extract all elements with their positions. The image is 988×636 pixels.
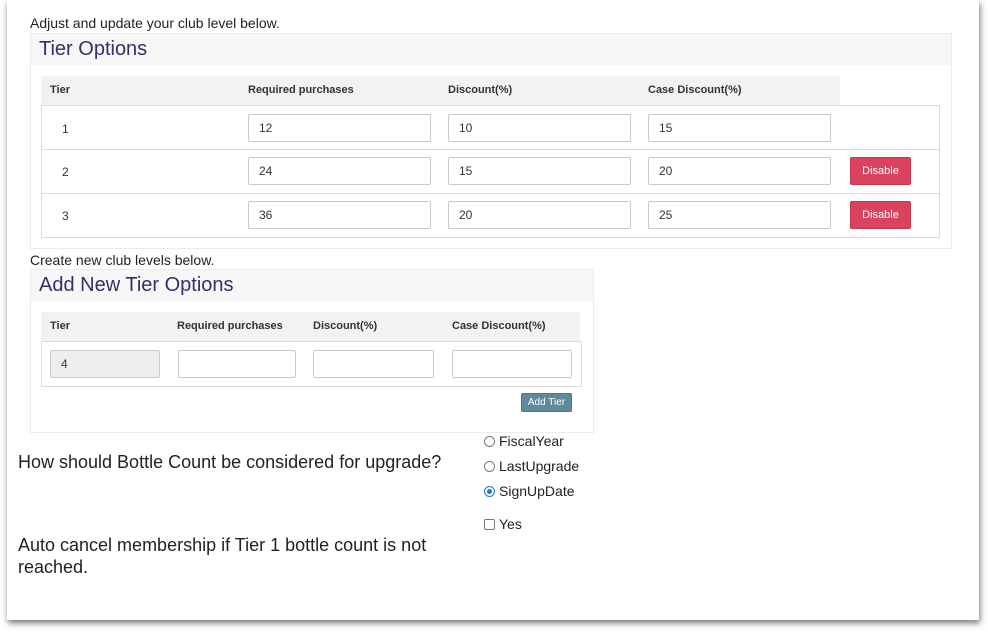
case-discount-input[interactable] <box>648 201 831 229</box>
add-tier-table-body <box>41 341 582 387</box>
auto-cancel-option[interactable]: Yes <box>484 516 522 532</box>
table-row: 3 Disable <box>42 193 939 237</box>
radio-label-fiscalyear: FiscalYear <box>499 433 564 449</box>
auto-cancel-checkbox[interactable] <box>484 518 495 530</box>
header-case-discount: Case Discount(%) <box>452 320 546 332</box>
create-text: Create new club levels below. <box>30 252 215 268</box>
new-required-purchases-input[interactable] <box>178 350 296 378</box>
radio-label-lastupgrade: LastUpgrade <box>499 458 580 474</box>
new-discount-input[interactable] <box>313 350 434 378</box>
radio-label-signupdate: SignUpDate <box>499 483 575 499</box>
header-discount: Discount(%) <box>448 84 513 96</box>
required-purchases-input[interactable] <box>248 201 431 229</box>
radio-button-signupdate[interactable] <box>484 485 495 497</box>
tier-options-title: Tier Options <box>31 34 951 65</box>
header-required-purchases: Required purchases <box>177 320 283 332</box>
radio-option-fiscalyear[interactable]: FiscalYear <box>484 433 564 449</box>
case-discount-input[interactable] <box>648 114 831 142</box>
discount-input[interactable] <box>448 201 631 229</box>
header-tier: Tier <box>50 320 70 332</box>
radio-option-lastupgrade[interactable]: LastUpgrade <box>484 458 579 474</box>
radio-option-signupdate[interactable]: SignUpDate <box>484 483 575 499</box>
table-row: 2 Disable <box>42 149 939 193</box>
tier-number: 3 <box>62 209 69 223</box>
table-row: 1 <box>42 106 939 149</box>
required-purchases-input[interactable] <box>248 157 431 185</box>
header-case-discount: Case Discount(%) <box>648 84 742 96</box>
header-required-purchases: Required purchases <box>248 84 354 96</box>
tier-options-table-body: 1 2 Disable 3 Disable <box>41 105 940 238</box>
discount-input[interactable] <box>448 157 631 185</box>
discount-input[interactable] <box>448 114 631 142</box>
header-discount: Discount(%) <box>313 320 378 332</box>
add-tier-table-header: Tier Required purchases Discount(%) Case… <box>41 312 580 341</box>
tier-number: 2 <box>62 165 69 179</box>
intro-text: Adjust and update your club level below. <box>30 15 280 31</box>
case-discount-input[interactable] <box>648 157 831 185</box>
tier-options-table-header: Tier Required purchases Discount(%) Case… <box>41 76 840 105</box>
disable-tier-button[interactable]: Disable <box>850 157 911 185</box>
bottle-count-question: How should Bottle Count be considered fo… <box>18 452 442 472</box>
radio-button-fiscalyear[interactable] <box>484 435 495 447</box>
tier-number: 1 <box>62 122 69 136</box>
radio-button-lastupgrade[interactable] <box>484 460 495 472</box>
new-tier-number-field <box>50 350 160 378</box>
auto-cancel-question: Auto cancel membership if Tier 1 bottle … <box>18 535 427 577</box>
header-tier: Tier <box>50 84 70 96</box>
disable-tier-button[interactable]: Disable <box>850 201 911 229</box>
auto-cancel-checkbox-label: Yes <box>499 516 522 532</box>
required-purchases-input[interactable] <box>248 114 431 142</box>
add-tier-button[interactable]: Add Tier <box>521 393 572 412</box>
add-tier-title: Add New Tier Options <box>31 270 593 301</box>
new-case-discount-input[interactable] <box>452 350 572 378</box>
